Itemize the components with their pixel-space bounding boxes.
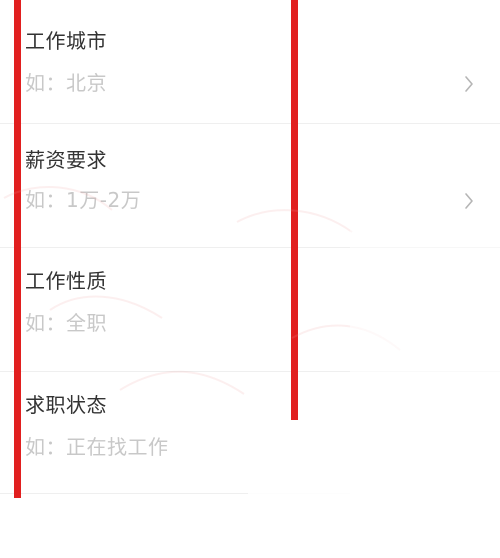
red-annotation-right-bar <box>291 0 298 420</box>
work-city-placeholder[interactable]: 如：北京 <box>25 71 107 95</box>
form-row-salary-requirement[interactable]: 薪资要求 如：1万-2万 <box>0 124 500 248</box>
form-row-job-type[interactable]: 工作性质 如：全职 <box>0 248 500 372</box>
form-row-work-city[interactable]: 工作城市 如：北京 <box>0 0 500 124</box>
work-city-label: 工作城市 <box>25 29 107 53</box>
form-row-job-search-status[interactable]: 求职状态 如：正在找工作 <box>0 372 500 494</box>
red-annotation-left-bar <box>14 0 21 498</box>
job-search-status-placeholder[interactable]: 如：正在找工作 <box>25 435 169 459</box>
job-form-list: 工作城市 如：北京 薪资要求 如：1万-2万 工作性质 如：全职 求职状态 如：… <box>0 0 500 500</box>
job-type-label: 工作性质 <box>25 269 107 293</box>
job-search-status-label: 求职状态 <box>25 393 107 417</box>
chevron-right-icon[interactable] <box>460 72 478 96</box>
salary-requirement-placeholder[interactable]: 如：1万-2万 <box>25 188 141 212</box>
chevron-right-icon[interactable] <box>460 189 478 213</box>
job-type-placeholder[interactable]: 如：全职 <box>25 311 107 335</box>
salary-requirement-label: 薪资要求 <box>25 148 107 172</box>
